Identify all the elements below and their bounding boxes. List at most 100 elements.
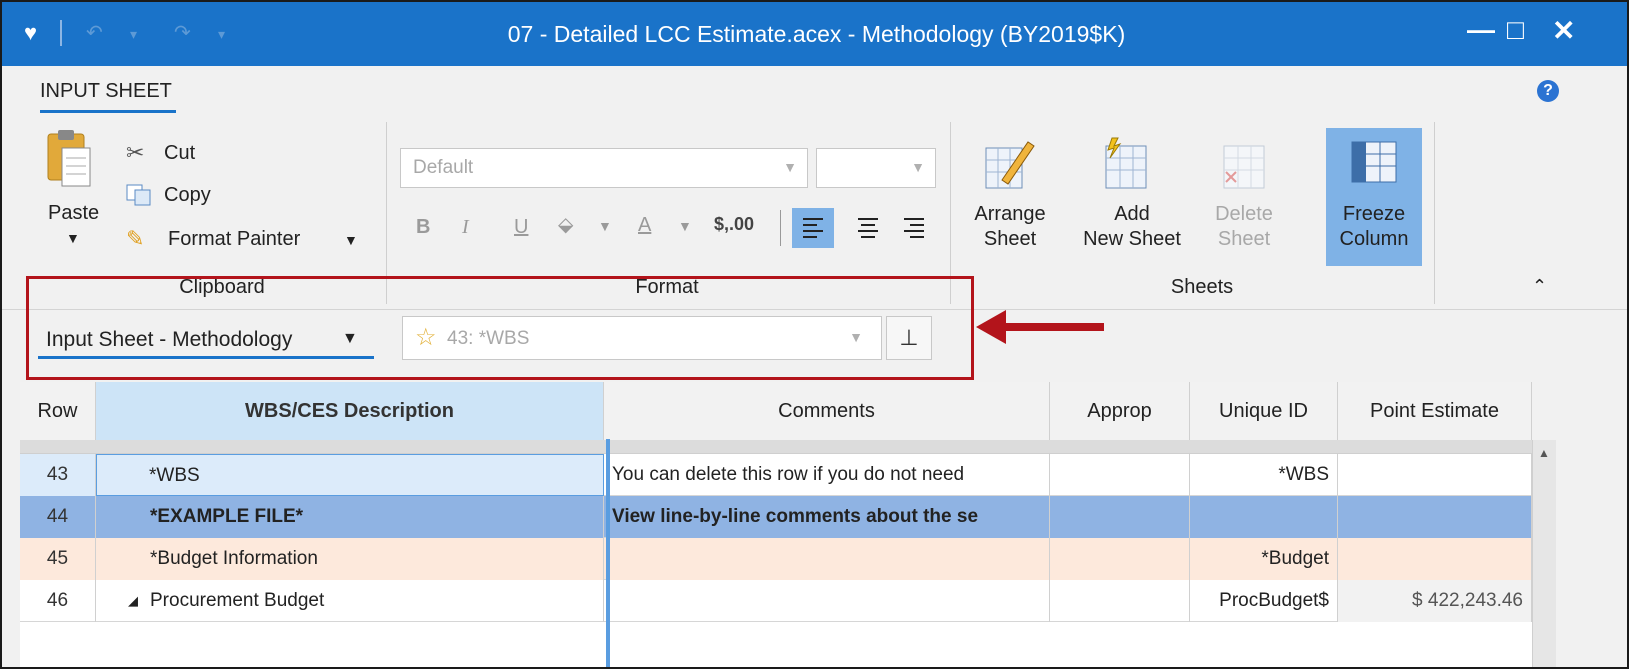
align-left-button[interactable] (792, 208, 834, 248)
wbs-description-cell[interactable]: *Budget Information (96, 538, 604, 580)
currency-format-button[interactable]: $,.00 (714, 214, 754, 235)
column-header-comments[interactable]: Comments (604, 382, 1050, 440)
font-color-dropdown-icon[interactable]: ▼ (678, 218, 692, 234)
paste-icon (47, 130, 91, 187)
arrange-sheet-label-line2: Sheet (983, 228, 1037, 250)
unique-id-cell[interactable] (1190, 496, 1338, 538)
arrange-sheet-label-line1: Arrange (974, 203, 1046, 225)
column-header-row[interactable]: Row (20, 382, 96, 440)
row-number: 45 (20, 538, 96, 580)
align-right-icon[interactable] (894, 208, 934, 248)
font-combo[interactable]: Default ▼ (400, 148, 808, 188)
wbs-description-cell[interactable]: *EXAMPLE FILE* (96, 496, 604, 538)
input-sheet-grid: Row WBS/CES Description Comments Approp … (20, 382, 1532, 667)
help-icon[interactable]: ? (1537, 80, 1559, 102)
format-painter-dropdown-icon[interactable]: ▼ (344, 232, 358, 248)
bold-button[interactable]: B (416, 216, 430, 239)
italic-button[interactable]: I (462, 216, 469, 239)
copy-button[interactable]: Copy (164, 184, 211, 207)
sheets-group-label: Sheets (1170, 276, 1234, 298)
point-estimate-cell[interactable]: $ 422,243.46 (1338, 580, 1532, 622)
align-center-icon[interactable] (848, 208, 888, 248)
add-new-sheet-label-line2: New Sheet (1083, 228, 1181, 250)
format-separator (780, 210, 781, 246)
window-title: 07 - Detailed LCC Estimate.acex - Method… (507, 21, 1126, 47)
approp-cell[interactable] (1050, 454, 1190, 496)
wbs-description-text: Procurement Budget (150, 590, 325, 611)
comments-cell[interactable]: View line-by-line comments about the se (610, 496, 1050, 538)
freeze-column-label: Freeze Column (1326, 202, 1422, 252)
comments-column-marker (606, 439, 610, 667)
fill-color-icon[interactable]: ⬙ (558, 212, 573, 237)
minimize-button[interactable]: — (1467, 14, 1495, 46)
add-new-sheet-label-line1: Add (1114, 203, 1150, 225)
partial-row (20, 440, 1532, 454)
row-number: 43 (20, 454, 96, 496)
group-separator (1434, 122, 1435, 304)
delete-sheet-label-line1: Delete (1215, 203, 1273, 225)
freeze-column-label-line1: Freeze (1342, 203, 1406, 225)
point-estimate-cell[interactable] (1338, 538, 1532, 580)
table-row[interactable]: 43 *WBS You can delete this row if you d… (20, 454, 1532, 496)
row-number: 46 (20, 580, 96, 622)
collapse-ribbon-icon[interactable]: ⌃ (1532, 276, 1547, 297)
table-row[interactable]: 45 *Budget Information *Budget (20, 538, 1532, 580)
table-row (20, 622, 1532, 667)
point-estimate-cell[interactable] (1338, 454, 1532, 496)
wbs-description-cell[interactable]: ◢ Procurement Budget (96, 580, 604, 622)
comments-cell[interactable]: You can delete this row if you do not ne… (610, 454, 1050, 496)
annotation-highlight-box (26, 276, 974, 380)
annotation-arrow-line (1002, 323, 1104, 331)
format-painter-icon: ✎ (126, 226, 145, 251)
cut-icon: ✂ (126, 140, 145, 165)
freeze-column-icon (1351, 141, 1397, 183)
column-header-unique-id[interactable]: Unique ID (1190, 382, 1338, 440)
delete-sheet-label-line2: Sheet (1217, 228, 1271, 250)
font-color-icon[interactable]: A (638, 214, 651, 237)
application-window: ♥ ↶ ▾ ↷ ▾ 07 - Detailed LCC Estimate.ace… (0, 0, 1629, 669)
comments-cell[interactable] (610, 538, 1050, 580)
underline-button[interactable]: U (514, 216, 528, 239)
point-estimate-cell[interactable] (1338, 496, 1532, 538)
approp-cell[interactable] (1050, 580, 1190, 622)
approp-cell[interactable] (1050, 496, 1190, 538)
delete-sheet-icon (1223, 145, 1265, 189)
tab-input-sheet[interactable]: INPUT SHEET (40, 80, 172, 103)
row-number: 44 (20, 496, 96, 538)
add-new-sheet-label: Add New Sheet (1072, 202, 1192, 252)
unique-id-cell[interactable]: *WBS (1190, 454, 1338, 496)
font-size-combo[interactable]: ▼ (816, 148, 936, 188)
table-row[interactable]: 44 *EXAMPLE FILE* View line-by-line comm… (20, 496, 1532, 538)
add-new-sheet-icon (1105, 137, 1147, 189)
column-header-approp[interactable]: Approp (1050, 382, 1190, 440)
approp-cell[interactable] (1050, 538, 1190, 580)
fill-color-dropdown-icon[interactable]: ▼ (598, 218, 612, 234)
column-header-point-estimate[interactable]: Point Estimate (1338, 382, 1532, 440)
tab-active-indicator (40, 110, 176, 113)
title-bar: ♥ ↶ ▾ ↷ ▾ 07 - Detailed LCC Estimate.ace… (2, 2, 1627, 66)
arrange-sheet-label: Arrange Sheet (962, 202, 1058, 252)
font-combo-value: Default (413, 157, 474, 178)
align-left-icon (803, 218, 823, 238)
maximize-button[interactable]: □ (1507, 14, 1524, 46)
column-header-wbs-description[interactable]: WBS/CES Description (96, 382, 604, 440)
vertical-scrollbar[interactable]: ▲ (1532, 440, 1556, 667)
font-dropdown-icon: ▼ (783, 159, 797, 175)
unique-id-cell[interactable]: ProcBudget$ (1190, 580, 1338, 622)
comments-cell[interactable] (610, 580, 1050, 622)
paste-dropdown-icon[interactable]: ▼ (66, 230, 80, 246)
arrange-sheet-icon (985, 141, 1035, 189)
scroll-up-icon[interactable]: ▲ (1538, 446, 1550, 460)
format-painter-button[interactable]: Format Painter (168, 228, 300, 251)
copy-icon (126, 184, 151, 206)
table-row[interactable]: 46 ◢ Procurement Budget ProcBudget$ $ 42… (20, 580, 1532, 622)
paste-label: Paste (48, 202, 100, 224)
cut-button[interactable]: Cut (164, 142, 195, 165)
close-button[interactable]: ✕ (1552, 14, 1575, 47)
freeze-column-label-line2: Column (1339, 228, 1409, 250)
freeze-column-button[interactable]: Freeze Column (1326, 128, 1422, 266)
wbs-description-cell[interactable]: *WBS (96, 454, 604, 496)
expand-collapse-icon[interactable]: ◢ (128, 580, 138, 622)
unique-id-cell[interactable]: *Budget (1190, 538, 1338, 580)
delete-sheet-label: Delete Sheet (1202, 202, 1286, 252)
